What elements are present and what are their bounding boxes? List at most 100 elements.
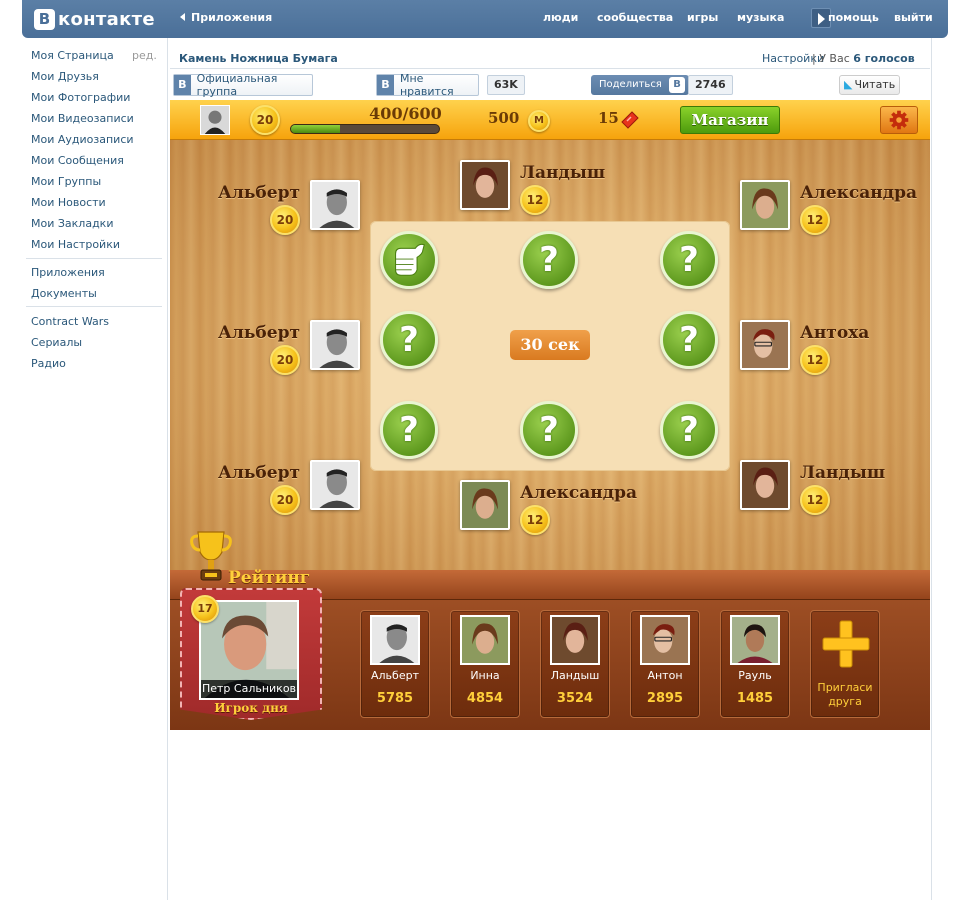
nav-games[interactable]: игры (687, 11, 718, 24)
twitter-follow-button[interactable]: ◣ Читать (839, 75, 900, 95)
sidebar-divider (26, 258, 162, 259)
player-avatar[interactable] (310, 460, 360, 510)
sidebar-item-news[interactable]: Мои Новости (31, 196, 106, 209)
votes-value[interactable]: 6 голосов (853, 52, 914, 65)
nav-music[interactable]: музыка (737, 11, 784, 24)
round-timer: 30 сек (510, 330, 590, 360)
rating-title: Рейтинг (228, 568, 311, 588)
sidebar-item-groups[interactable]: Мои Группы (31, 175, 101, 188)
sidebar-item-my-page[interactable]: Моя Страница (31, 49, 114, 62)
rating-entry[interactable]: Рауль 1485 (720, 610, 790, 718)
sidebar-item-messages[interactable]: Мои Сообщения (31, 154, 124, 167)
choice-button[interactable]: ? (380, 311, 438, 369)
invite-friend-label: Пригласи друга (811, 681, 879, 709)
game-frame: 20 400/600 500 М 15 Магазин Альберт 20 А… (170, 100, 930, 730)
rating-entry[interactable]: Ландыш 3524 (540, 610, 610, 718)
player-level-badge: 12 (800, 485, 830, 515)
choice-button[interactable]: ? (660, 311, 718, 369)
question-icon: ? (679, 240, 699, 280)
sidebar-item-bookmarks[interactable]: Мои Закладки (31, 217, 113, 230)
choice-button[interactable]: ? (660, 231, 718, 289)
player-avatar[interactable] (740, 460, 790, 510)
player-name: Ландыш (520, 163, 606, 183)
player-name: Альберт (218, 463, 300, 483)
official-group-button[interactable]: В Официальная группа (173, 72, 313, 98)
settings-gear-button[interactable] (880, 106, 918, 134)
rating-entry-avatar (370, 615, 420, 665)
play-icon (818, 13, 825, 25)
apps-breadcrumb-label: Приложения (191, 11, 273, 24)
like-button[interactable]: В Мне нравится (376, 72, 479, 98)
edit-link[interactable]: ред. (132, 49, 157, 62)
twitter-bird-icon: ◣ (844, 78, 853, 91)
choice-button[interactable]: ? (520, 231, 578, 289)
player-level-badge: 20 (270, 345, 300, 375)
player-level-badge: 12 (520, 185, 550, 215)
rating-entry-avatar (730, 615, 780, 665)
rating-entry-avatar (460, 615, 510, 665)
apps-breadcrumb[interactable]: Приложения (180, 11, 272, 24)
player-avatar[interactable] (460, 160, 510, 210)
sidebar-item-apps[interactable]: Приложения (31, 266, 105, 279)
sidebar-divider (26, 306, 162, 307)
sidebar-item-radio[interactable]: Радио (31, 357, 66, 370)
player-avatar[interactable] (740, 320, 790, 370)
face-icon (201, 106, 229, 134)
player-name: Антоха (800, 323, 870, 343)
like-label: Мне нравится (399, 72, 454, 98)
sidebar-item-friends[interactable]: Мои Друзья (31, 70, 99, 83)
player-avatar[interactable] (310, 320, 360, 370)
player-avatar[interactable] (310, 180, 360, 230)
votes-prefix: | У Вас (812, 52, 850, 65)
player-avatar[interactable] (740, 180, 790, 230)
rating-entry-name: Рауль (738, 669, 772, 682)
sidebar-item-photos[interactable]: Мои Фотографии (31, 91, 130, 104)
player-level-badge: 20 (270, 485, 300, 515)
official-group-label: Официальная группа (196, 72, 278, 98)
invite-friend-button[interactable]: Пригласи друга (810, 610, 880, 718)
left-sidebar: Моя Страница ред. Мои Друзья Мои Фотогра… (0, 0, 168, 900)
shop-button[interactable]: Магазин (680, 106, 780, 134)
rock-choice-button[interactable] (380, 231, 438, 289)
chevron-left-icon (180, 13, 185, 21)
face-icon (312, 462, 358, 508)
choice-button[interactable]: ? (380, 401, 438, 459)
question-icon: ? (679, 320, 699, 360)
sidebar-item-series[interactable]: Сериалы (31, 336, 82, 349)
sidebar-item-audio[interactable]: Мои Аудиозаписи (31, 133, 134, 146)
app-header-divider (170, 68, 930, 69)
twitter-follow-label: Читать (854, 78, 896, 91)
rating-entry-score: 5785 (376, 691, 414, 706)
sidebar-item-settings[interactable]: Мои Настройки (31, 238, 120, 251)
nav-help[interactable]: помощь (828, 11, 879, 24)
sidebar-item-contract-wars[interactable]: Contract Wars (31, 315, 109, 328)
choice-button[interactable]: ? (660, 401, 718, 459)
question-icon: ? (399, 410, 419, 450)
votes-balance: | У Вас 6 голосов (812, 52, 915, 65)
my-avatar[interactable] (200, 105, 230, 135)
sidebar-item-videos[interactable]: Мои Видеозаписи (31, 112, 134, 125)
face-icon (312, 182, 358, 228)
app-title[interactable]: Камень Ножница Бумага (179, 52, 338, 65)
nav-logout[interactable]: выйти (894, 11, 933, 24)
vk-icon: В (174, 75, 191, 95)
share-button[interactable]: Поделиться В (591, 75, 689, 95)
player-avatar[interactable] (460, 480, 510, 530)
sidebar-item-documents[interactable]: Документы (31, 287, 97, 300)
rating-entry[interactable]: Инна 4854 (450, 610, 520, 718)
face-icon (742, 322, 788, 368)
money-amount: 500 (488, 109, 520, 127)
player-of-the-day-rank-badge: 17 (191, 595, 219, 623)
choice-button[interactable]: ? (520, 401, 578, 459)
player-name: Александра (520, 483, 637, 503)
nav-communities[interactable]: сообщества (597, 11, 673, 24)
player-of-the-day-name: Петр Сальников (201, 680, 297, 698)
player-name: Александра (800, 183, 917, 203)
ticket-icon (621, 111, 639, 129)
xp-progress-fill (291, 125, 341, 133)
rating-entry[interactable]: Антон 2895 (630, 610, 700, 718)
player-of-the-day-caption: Игрок дня (214, 701, 288, 715)
nav-people[interactable]: люди (543, 11, 578, 24)
like-counter: 63K (487, 75, 525, 95)
rating-entry[interactable]: Альберт 5785 (360, 610, 430, 718)
